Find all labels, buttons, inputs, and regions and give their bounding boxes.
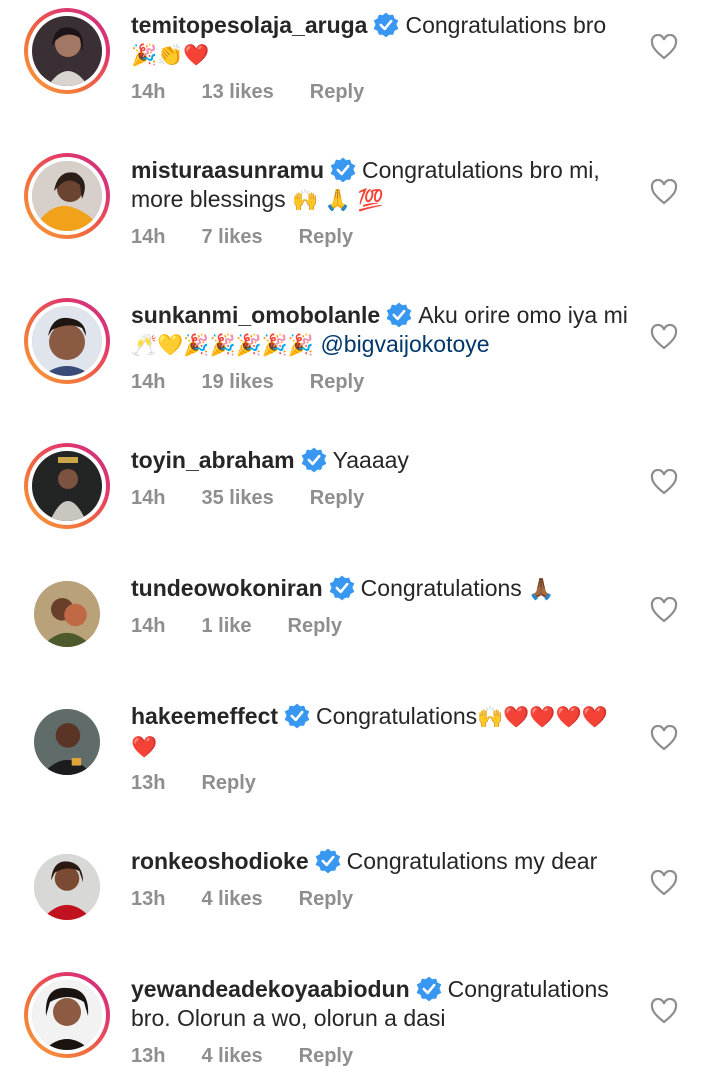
- mention-link[interactable]: @bigvaijokotoye: [320, 331, 489, 357]
- comment-text: toyin_abraham Yaaaay: [131, 446, 631, 475]
- comment-meta: 13h 4 likes Reply: [131, 888, 389, 911]
- heart-outline-icon[interactable]: [650, 179, 678, 205]
- comment-time: 13h: [131, 888, 166, 910]
- comment-emoji: 🎉👏❤️: [131, 43, 210, 67]
- avatar[interactable]: [24, 972, 110, 1058]
- like-count[interactable]: 4 likes: [201, 888, 262, 910]
- comment-meta: 14h 1 like Reply: [131, 615, 378, 638]
- comment-time: 13h: [131, 772, 166, 794]
- comment-time: 14h: [131, 81, 166, 103]
- heart-outline-icon[interactable]: [650, 870, 678, 896]
- comment-meta: 14h 7 likes Reply: [131, 226, 389, 249]
- heart-outline-icon[interactable]: [650, 597, 678, 623]
- username[interactable]: hakeemeffect: [131, 703, 278, 729]
- username[interactable]: temitopesolaja_aruga: [131, 12, 367, 38]
- comment-body: Yaaaay: [332, 447, 409, 473]
- comment-meta: 13h 4 likes Reply: [131, 1045, 389, 1068]
- verified-badge-icon: [386, 302, 412, 328]
- comment-body: Congratulations bro: [405, 12, 607, 38]
- comment-text: misturaasunramu Congratulations bro mi, m…: [131, 156, 631, 215]
- comment-emoji: 🥂💛🎉🎉🎉🎉🎉: [131, 333, 315, 357]
- reply-button[interactable]: Reply: [310, 371, 364, 393]
- like-count[interactable]: 13 likes: [201, 81, 273, 103]
- like-count[interactable]: 19 likes: [201, 371, 273, 393]
- verified-badge-icon: [330, 157, 356, 183]
- verified-badge-icon: [416, 976, 441, 1002]
- comment-time: 14h: [131, 371, 166, 393]
- comment-time: 14h: [131, 226, 166, 248]
- verified-badge-icon: [315, 848, 341, 874]
- avatar[interactable]: [24, 8, 110, 94]
- comment-body: Congratulations: [316, 703, 478, 729]
- reply-button[interactable]: Reply: [201, 772, 255, 794]
- username[interactable]: toyin_abraham: [131, 447, 295, 473]
- heart-outline-icon[interactable]: [650, 469, 678, 495]
- comment-meta: 14h 13 likes Reply: [131, 81, 400, 104]
- comment-text: temitopesolaja_aruga Congratulations bro …: [131, 11, 631, 70]
- comment-text: hakeemeffect Congratulations🙌❤️❤️❤️❤️❤️: [131, 702, 631, 762]
- verified-badge-icon: [301, 447, 326, 473]
- heart-outline-icon[interactable]: [650, 324, 678, 350]
- reply-button[interactable]: Reply: [310, 487, 364, 509]
- username[interactable]: yewandeadekoyaabiodun: [131, 976, 410, 1002]
- comment-meta: 13h Reply: [131, 772, 292, 795]
- avatar[interactable]: [24, 298, 110, 384]
- comment-body: Aku orire omo iya mi: [418, 302, 628, 328]
- reply-button[interactable]: Reply: [299, 1045, 353, 1067]
- comment-text: yewandeadekoyaabiodun Congratulations bro…: [131, 975, 631, 1033]
- comment-time: 14h: [131, 615, 166, 637]
- comment-time: 14h: [131, 487, 166, 509]
- heart-outline-icon[interactable]: [650, 34, 678, 60]
- verified-badge-icon: [329, 575, 355, 601]
- avatar[interactable]: [24, 153, 110, 239]
- comment-time: 13h: [131, 1045, 166, 1067]
- username[interactable]: misturaasunramu: [131, 157, 324, 183]
- username[interactable]: ronkeoshodioke: [131, 848, 309, 874]
- reply-button[interactable]: Reply: [299, 888, 353, 910]
- comment-text: tundeowokoniran Congratulations 🙏🏾: [131, 574, 631, 604]
- like-count[interactable]: 1 like: [201, 615, 251, 637]
- heart-outline-icon[interactable]: [650, 998, 678, 1024]
- like-count[interactable]: 4 likes: [201, 1045, 262, 1067]
- heart-outline-icon[interactable]: [650, 725, 678, 751]
- reply-button[interactable]: Reply: [288, 615, 342, 637]
- comment-meta: 14h 19 likes Reply: [131, 371, 400, 394]
- username[interactable]: sunkanmi_omobolanle: [131, 302, 380, 328]
- comment-body: Congratulations: [360, 575, 522, 601]
- like-count[interactable]: 7 likes: [201, 226, 262, 248]
- reply-button[interactable]: Reply: [299, 226, 353, 248]
- reply-button[interactable]: Reply: [310, 81, 364, 103]
- comment-text: ronkeoshodioke Congratulations my dear: [131, 847, 631, 876]
- comment-emoji: 🙏🏾: [528, 577, 555, 601]
- comment-meta: 14h 35 likes Reply: [131, 487, 400, 510]
- like-count[interactable]: 35 likes: [201, 487, 273, 509]
- verified-badge-icon: [374, 12, 399, 38]
- avatar[interactable]: [24, 571, 110, 657]
- avatar[interactable]: [24, 699, 110, 785]
- comment-emoji: 🙌 🙏 💯: [292, 188, 384, 212]
- avatar[interactable]: [24, 844, 110, 930]
- username[interactable]: tundeowokoniran: [131, 575, 323, 601]
- comment-text: sunkanmi_omobolanle Aku orire omo iya mi …: [131, 301, 631, 360]
- verified-badge-icon: [284, 703, 310, 729]
- comment-body: Congratulations my dear: [346, 848, 598, 874]
- avatar[interactable]: [24, 443, 110, 529]
